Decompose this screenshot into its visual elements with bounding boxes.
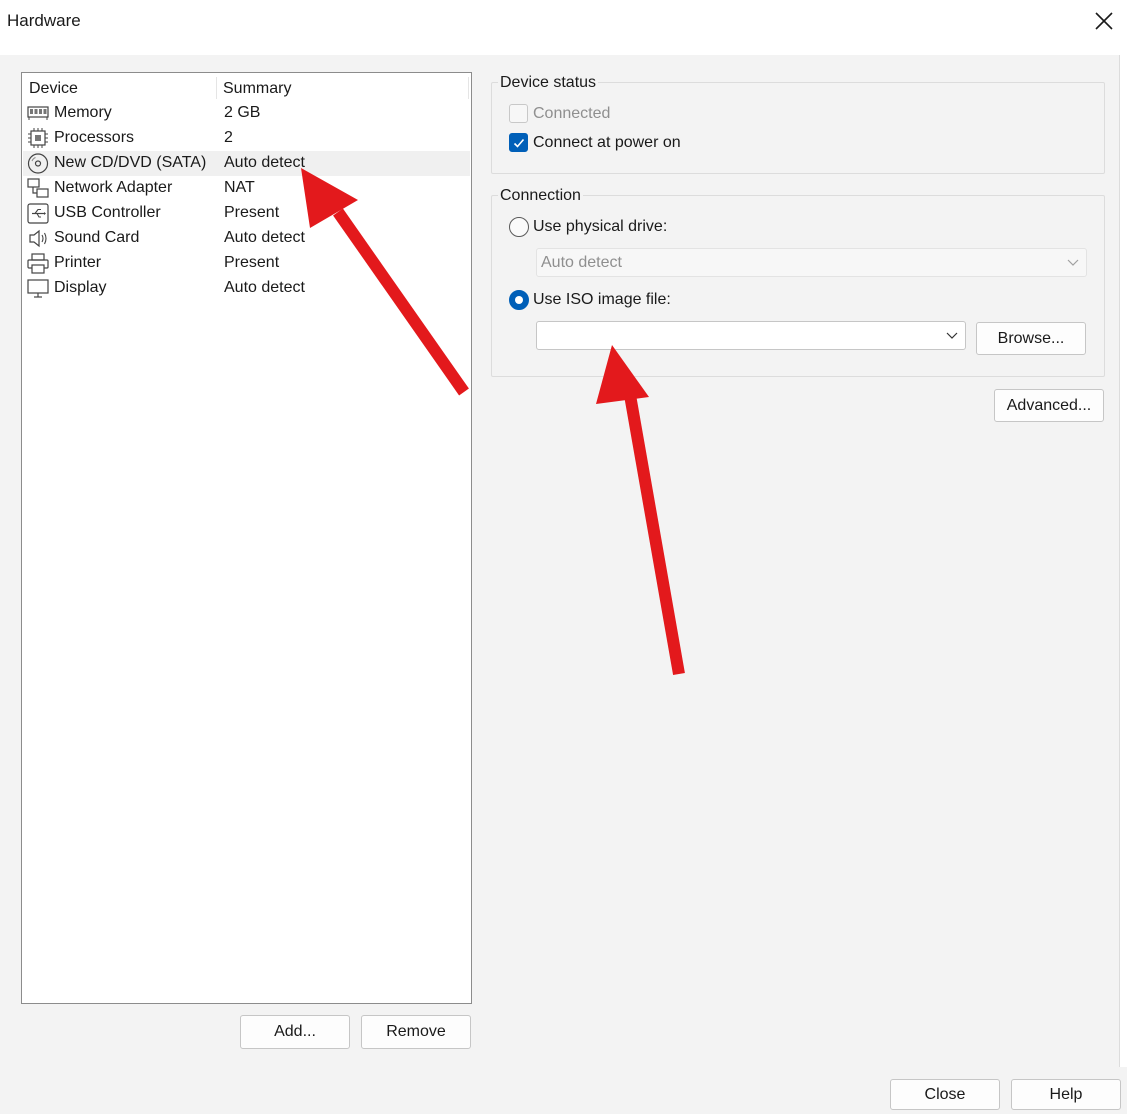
network-adapter-icon — [27, 178, 49, 198]
column-separator[interactable] — [216, 77, 217, 99]
use-physical-drive-label: Use physical drive: — [533, 218, 668, 235]
chevron-down-icon[interactable] — [946, 330, 958, 340]
divider — [1119, 55, 1120, 1067]
connection-label: Connection — [498, 187, 583, 205]
remove-button[interactable]: Remove — [361, 1015, 471, 1049]
device-name: Processors — [54, 129, 135, 146]
connected-label: Connected — [533, 105, 611, 122]
title-bar: Hardware — [0, 0, 1127, 44]
add-button[interactable]: Add... — [240, 1015, 350, 1049]
column-separator[interactable] — [468, 77, 469, 99]
checkmark-icon — [513, 138, 525, 148]
device-name: Network Adapter — [54, 179, 173, 196]
list-header: Device Summary — [22, 73, 471, 101]
device-summary: Present — [224, 204, 280, 221]
device-summary: Present — [224, 254, 280, 271]
connect-at-power-on-checkbox[interactable] — [509, 133, 528, 152]
device-name: Display — [54, 279, 107, 296]
usb-icon — [27, 203, 49, 224]
device-name: USB Controller — [54, 204, 161, 221]
browse-button[interactable]: Browse... — [976, 322, 1086, 355]
monitor-icon — [27, 279, 49, 298]
processor-icon — [28, 128, 48, 148]
close-button[interactable]: Close — [890, 1079, 1000, 1110]
device-name: Sound Card — [54, 229, 140, 246]
device-row-usb-controller[interactable]: USB Controller Present — [23, 201, 470, 226]
device-row-printer[interactable]: Printer Present — [23, 251, 470, 276]
physical-drive-value: Auto detect — [541, 254, 622, 271]
device-row-display[interactable]: Display Auto detect — [23, 276, 470, 301]
iso-path-combobox[interactable] — [536, 321, 966, 350]
physical-drive-select[interactable]: Auto detect — [536, 248, 1087, 277]
use-iso-image-radio[interactable] — [509, 290, 529, 310]
use-iso-image-label: Use ISO image file: — [533, 291, 671, 308]
connect-at-power-on-label: Connect at power on — [533, 134, 681, 151]
memory-icon — [27, 106, 49, 120]
chevron-down-icon — [1067, 259, 1079, 266]
device-row-processors[interactable]: Processors 2 — [23, 126, 470, 151]
device-summary: 2 GB — [224, 104, 261, 121]
device-row-cd-dvd[interactable]: New CD/DVD (SATA) Auto detect — [23, 151, 470, 176]
device-row-sound-card[interactable]: Sound Card Auto detect — [23, 226, 470, 251]
device-name: New CD/DVD (SATA) — [54, 154, 207, 171]
device-summary: Auto detect — [224, 279, 305, 296]
device-summary: NAT — [224, 179, 255, 196]
column-header-device[interactable]: Device — [29, 80, 78, 98]
device-list[interactable]: Device Summary Memory 2 GB Processors 2 — [21, 72, 472, 1004]
connected-checkbox[interactable] — [509, 104, 528, 123]
device-row-network-adapter[interactable]: Network Adapter NAT — [23, 176, 470, 201]
use-physical-drive-radio[interactable] — [509, 217, 529, 237]
device-status-group — [491, 82, 1105, 174]
device-status-label: Device status — [498, 74, 599, 92]
column-header-summary[interactable]: Summary — [223, 80, 291, 98]
device-name: Printer — [54, 254, 102, 271]
printer-icon — [27, 253, 49, 274]
close-icon[interactable] — [1093, 10, 1115, 32]
device-name: Memory — [54, 104, 112, 121]
device-summary: Auto detect — [224, 229, 305, 246]
window-title: Hardware — [7, 11, 81, 30]
device-row-memory[interactable]: Memory 2 GB — [23, 101, 470, 126]
device-summary: 2 — [224, 129, 233, 146]
cd-dvd-icon — [27, 153, 49, 174]
help-button[interactable]: Help — [1011, 1079, 1121, 1110]
advanced-button[interactable]: Advanced... — [994, 389, 1104, 422]
device-summary: Auto detect — [224, 154, 305, 171]
speaker-icon — [29, 229, 47, 248]
